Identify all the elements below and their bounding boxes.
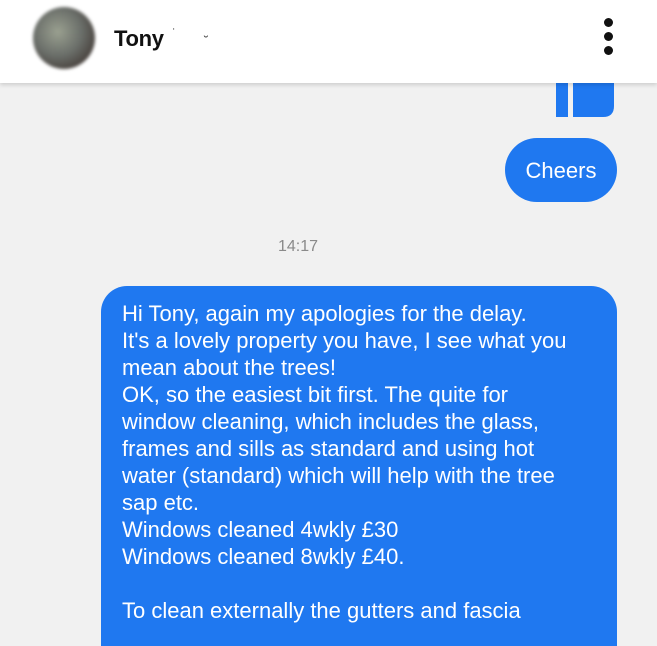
redacted-surname: ˙ ˘ bbox=[170, 26, 216, 49]
message-line: It's a lovely property you have, I see w… bbox=[122, 328, 567, 353]
message-line: mean about the trees! bbox=[122, 355, 337, 380]
message-line: OK, so the easiest bit first. The quite … bbox=[122, 382, 508, 407]
message-line: frames and sills as standard and using h… bbox=[122, 436, 535, 461]
thumbs-up-icon bbox=[556, 80, 614, 118]
message-line: Windows cleaned 4wkly £30 bbox=[122, 517, 399, 542]
more-vertical-icon[interactable] bbox=[598, 16, 622, 58]
message-line: window cleaning, which includes the glas… bbox=[122, 409, 540, 434]
message-timestamp: 14:17 bbox=[277, 238, 319, 255]
message-bubble-quote[interactable]: Hi Tony, again my apologies for the dela… bbox=[101, 286, 617, 646]
contact-avatar[interactable] bbox=[33, 7, 95, 69]
message-line: Windows cleaned 8wkly £40. bbox=[122, 544, 405, 569]
message-line: water (standard) which will help with th… bbox=[122, 463, 555, 488]
chat-header: Tony ˙ ˘ bbox=[0, 0, 657, 83]
message-text: Cheers bbox=[525, 157, 597, 183]
message-line: Hi Tony, again my apologies for the dela… bbox=[122, 301, 527, 326]
message-line: sap etc. bbox=[122, 490, 200, 515]
message-line: To clean externally the gutters and fasc… bbox=[122, 598, 521, 623]
contact-name[interactable]: Tony bbox=[114, 26, 164, 52]
message-bubble-cheers[interactable]: Cheers bbox=[505, 138, 617, 202]
